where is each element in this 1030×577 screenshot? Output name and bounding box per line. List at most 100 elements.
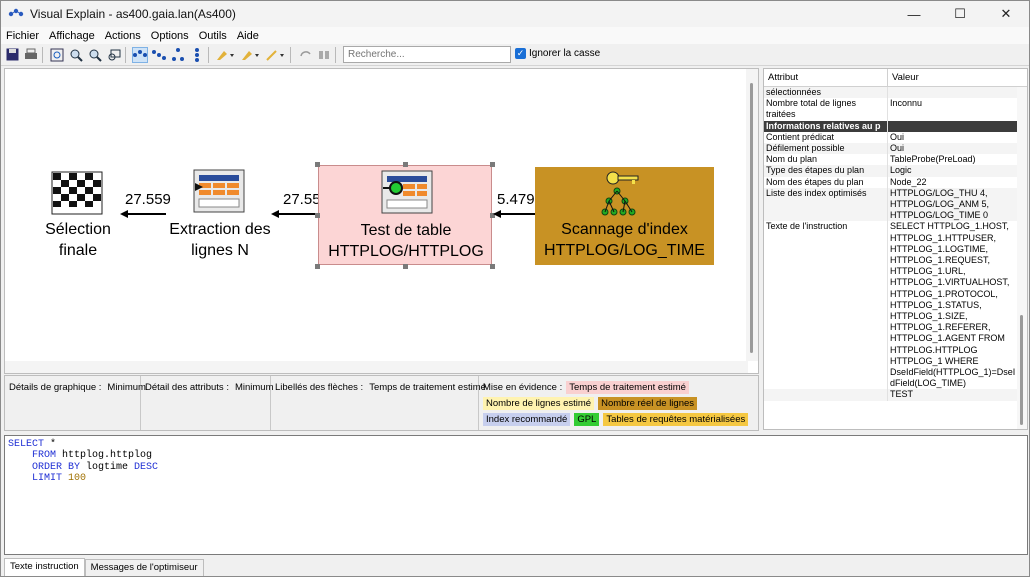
refresh-icon[interactable] [297, 47, 313, 63]
zoom-window-icon[interactable] [106, 47, 122, 63]
attribute-name [764, 243, 888, 256]
menu-fichier[interactable]: Fichier [1, 30, 44, 42]
graph-detail-setting[interactable]: Détails de graphique : Minimum [5, 376, 146, 430]
chip-estimated-time[interactable]: Temps de traitement estimé [566, 381, 689, 394]
attribute-row[interactable]: Type des étapes du plan Logic [764, 165, 1027, 177]
visual-explain-app-icon [8, 6, 24, 22]
selection-handle[interactable] [315, 264, 320, 269]
minimize-button[interactable]: — [891, 1, 937, 27]
attribute-row[interactable]: HTTPLOG_1.REFERER, [764, 322, 1027, 334]
attribute-value: HTTPLOG_1.VIRTUALHOST, [890, 277, 1010, 288]
save-icon[interactable] [4, 47, 20, 63]
attribute-row[interactable]: TEST [764, 389, 1027, 401]
attribute-row[interactable]: HTTPLOG_1.SIZE, [764, 311, 1027, 323]
attribute-row[interactable]: Informations relatives au p [764, 120, 1027, 132]
menu-outils[interactable]: Outils [194, 30, 232, 42]
highlight-setting[interactable]: Mise en évidence : Temps de traitement e… [479, 376, 758, 430]
chip-estimated-rows[interactable]: Nombre de lignes estimé [483, 397, 595, 410]
arrow-3-label: 5.479 [497, 191, 535, 208]
attribute-detail-setting[interactable]: Détail des attributs : Minimum [141, 376, 274, 430]
value-column-header[interactable]: Valeur [888, 69, 923, 86]
toolbar: ✓ Ignorer la casse [1, 44, 1029, 66]
sql-statement-editor[interactable]: SELECT * FROM httplog.httplog ORDER BY l… [4, 435, 1028, 555]
highlight-dropdown-icon[interactable] [215, 47, 237, 63]
attribute-name: sélectionnées [764, 87, 888, 99]
attribute-name [764, 277, 888, 289]
tab-statement-text[interactable]: Texte instruction [4, 558, 85, 576]
attribute-name: Nombre total de lignes traitées [764, 98, 888, 121]
attribute-row[interactable]: Texte de l'instruction SELECT HTTPLOG_1.H… [764, 221, 1027, 233]
menu-actions[interactable]: Actions [100, 30, 146, 42]
attribute-row[interactable]: Nom des étapes du plan Node_22 [764, 176, 1027, 188]
selection-handle[interactable] [403, 264, 408, 269]
attribute-row[interactable]: Défilement possible Oui [764, 143, 1027, 155]
tree-layout-icon[interactable] [170, 47, 186, 63]
attribute-row[interactable]: HTTPLOG/LOG_ANM 5, [764, 199, 1027, 211]
attribute-row[interactable]: HTTPLOG_1.PROTOCOL, [764, 288, 1027, 300]
attributes-scrollbar[interactable] [1017, 87, 1027, 429]
chip-gpl[interactable]: GPL [574, 413, 600, 426]
menu-affichage[interactable]: Affichage [44, 30, 100, 42]
attribute-row[interactable]: dField(LOG_TIME) [764, 378, 1027, 390]
selection-handle[interactable] [490, 162, 495, 167]
attribute-row[interactable]: HTTPLOG_1.HTTPUSER, [764, 232, 1027, 244]
title-bar: Visual Explain - as400.gaia.lan(As400) —… [1, 1, 1029, 27]
attributes-panel[interactable]: Attribut Valeur sélectionnées Nombre tota… [763, 68, 1028, 430]
chip-mqt[interactable]: Tables de requêtes matérialisées [603, 413, 749, 426]
vertical-layout-icon[interactable] [189, 47, 205, 63]
attribute-column-header[interactable]: Attribut [764, 69, 888, 86]
attribute-row[interactable]: HTTPLOG_1 WHERE [764, 355, 1027, 368]
attribute-row[interactable]: HTTPLOG_1.AGENT FROM [764, 333, 1027, 345]
close-button[interactable]: ✕ [983, 1, 1029, 27]
print-icon[interactable] [23, 47, 39, 63]
attribute-row[interactable]: HTTPLOG_1.STATUS, [764, 299, 1027, 312]
attribute-row[interactable]: HTTPLOG_1.REQUEST, [764, 255, 1027, 267]
zoom-in-icon[interactable] [68, 47, 84, 63]
bottom-tabs: Texte instruction Messages de l'optimise… [4, 558, 1028, 576]
node-extraction-label: Extraction des lignes N [169, 221, 271, 259]
ignore-case-option[interactable]: ✓ Ignorer la casse [515, 48, 600, 59]
ignore-case-checkbox[interactable]: ✓ [515, 48, 526, 59]
attribute-row[interactable]: Nom du plan TableProbe(PreLoad) [764, 154, 1027, 166]
zoom-fit-icon[interactable] [49, 47, 65, 63]
labels-dropdown-icon[interactable] [265, 47, 287, 63]
node-table-probe[interactable]: Test de table HTTPLOG/HTTPLOG [318, 165, 492, 265]
selection-handle[interactable] [490, 264, 495, 269]
compare-icon[interactable] [316, 47, 332, 63]
attribute-row[interactable]: DseIdField(HTTPLOG_1)=DseI [764, 367, 1027, 379]
selection-handle[interactable] [315, 213, 320, 218]
attribute-row[interactable]: HTTPLOG/LOG_TIME 0 [764, 210, 1027, 222]
menu-aide[interactable]: Aide [232, 30, 264, 42]
diagram-horizontal-scrollbar[interactable] [5, 361, 748, 373]
maximize-button[interactable]: ☐ [937, 1, 983, 27]
tab-optimizer-messages[interactable]: Messages de l'optimiseur [84, 559, 204, 576]
chip-recommended-index[interactable]: Index recommandé [483, 413, 571, 426]
arrow-labels-setting[interactable]: Libellés des flèches : Temps de traitemen… [271, 376, 486, 430]
chip-actual-rows[interactable]: Nombre réel de lignes [598, 397, 698, 410]
plan-diagram[interactable]: Sélection finale 27.559 Extraction des l… [4, 68, 759, 374]
attribute-row[interactable]: Contient prédicat Oui [764, 131, 1027, 144]
attribute-row[interactable]: HTTPLOG_1.URL, [764, 266, 1027, 278]
attribute-row[interactable]: HTTPLOG.HTTPLOG [764, 344, 1027, 356]
diagram-vertical-scrollbar[interactable] [746, 69, 758, 361]
attribute-row[interactable]: Liste des index optimisés HTTPLOG/LOG_THU… [764, 187, 1027, 200]
node-index-scan[interactable]: Scannage d'index HTTPLOG/LOG_TIME [535, 167, 714, 265]
highlight-dropdown-2-icon[interactable] [240, 47, 262, 63]
attribute-row[interactable]: HTTPLOG_1.LOGTIME, [764, 243, 1027, 256]
attribute-value: dField(LOG_TIME) [890, 378, 967, 389]
attribute-name: Liste des index optimisés [764, 187, 888, 200]
attribute-row[interactable]: Nombre total de lignes traitées Inconnu [764, 98, 1027, 121]
arrow-1-label: 27.559 [125, 191, 171, 208]
search-input[interactable] [343, 46, 511, 63]
horizontal-layout-icon[interactable] [132, 46, 148, 63]
zoom-out-icon[interactable] [87, 47, 103, 63]
attribute-value: Oui [890, 143, 905, 154]
attribute-row[interactable]: sélectionnées [764, 87, 1027, 99]
node-extraction[interactable] [193, 169, 247, 215]
attribute-row[interactable]: HTTPLOG_1.VIRTUALHOST, [764, 277, 1027, 289]
flow-layout-icon[interactable] [151, 47, 167, 63]
selection-handle[interactable] [315, 162, 320, 167]
menu-options[interactable]: Options [146, 30, 194, 42]
attribute-value: TableProbe(PreLoad) [890, 154, 976, 165]
selection-handle[interactable] [403, 162, 408, 167]
